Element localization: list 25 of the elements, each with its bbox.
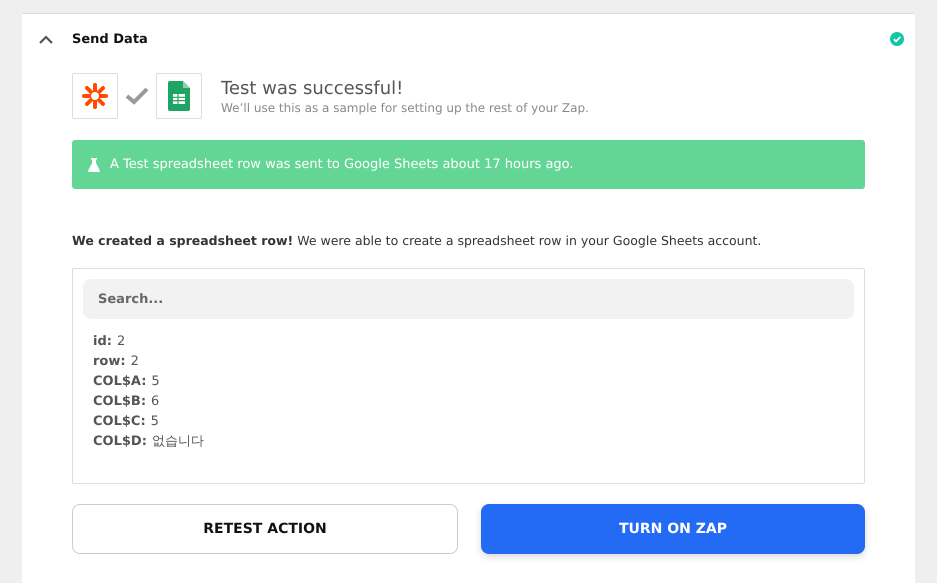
field-value: 2 bbox=[130, 354, 139, 368]
test-subtitle: We’ll use this as a sample for setting up the rest of your Zap. bbox=[221, 100, 589, 114]
field-label: COL$B: bbox=[93, 394, 146, 408]
field-value: 2 bbox=[116, 334, 126, 348]
banner-text: A Test spreadsheet row was sent to Google Sheets about 17 hours ago. bbox=[110, 157, 574, 172]
spreadsheet-icon bbox=[156, 73, 202, 119]
test-title: Test was successful! bbox=[221, 78, 404, 98]
field-label: COL$D: bbox=[93, 434, 147, 448]
retest-button[interactable]: RETEST ACTION bbox=[72, 504, 458, 554]
section-title: Send Data bbox=[72, 32, 149, 46]
field-value: 6 bbox=[151, 394, 160, 408]
zapier-logo-icon bbox=[72, 73, 118, 119]
result-message: We created a spreadsheet row! We were able to create a spreadsheet row in your Google Sheets account. bbox=[72, 233, 762, 248]
field-value: 없습니다 bbox=[152, 433, 204, 450]
turn-on-button[interactable]: TURN ON ZAP bbox=[481, 504, 865, 554]
field-value: 5 bbox=[151, 374, 160, 388]
flask-icon bbox=[88, 158, 100, 172]
field-label: row: bbox=[93, 354, 126, 368]
checkmark-icon bbox=[125, 87, 149, 105]
field-label: COL$A: bbox=[93, 374, 146, 388]
field-label: COL$C: bbox=[93, 414, 146, 428]
search-field[interactable]: Search... bbox=[83, 279, 854, 319]
field-value: 5 bbox=[150, 414, 159, 428]
field-label: id: bbox=[93, 334, 112, 348]
collapse-button[interactable] bbox=[39, 34, 53, 44]
